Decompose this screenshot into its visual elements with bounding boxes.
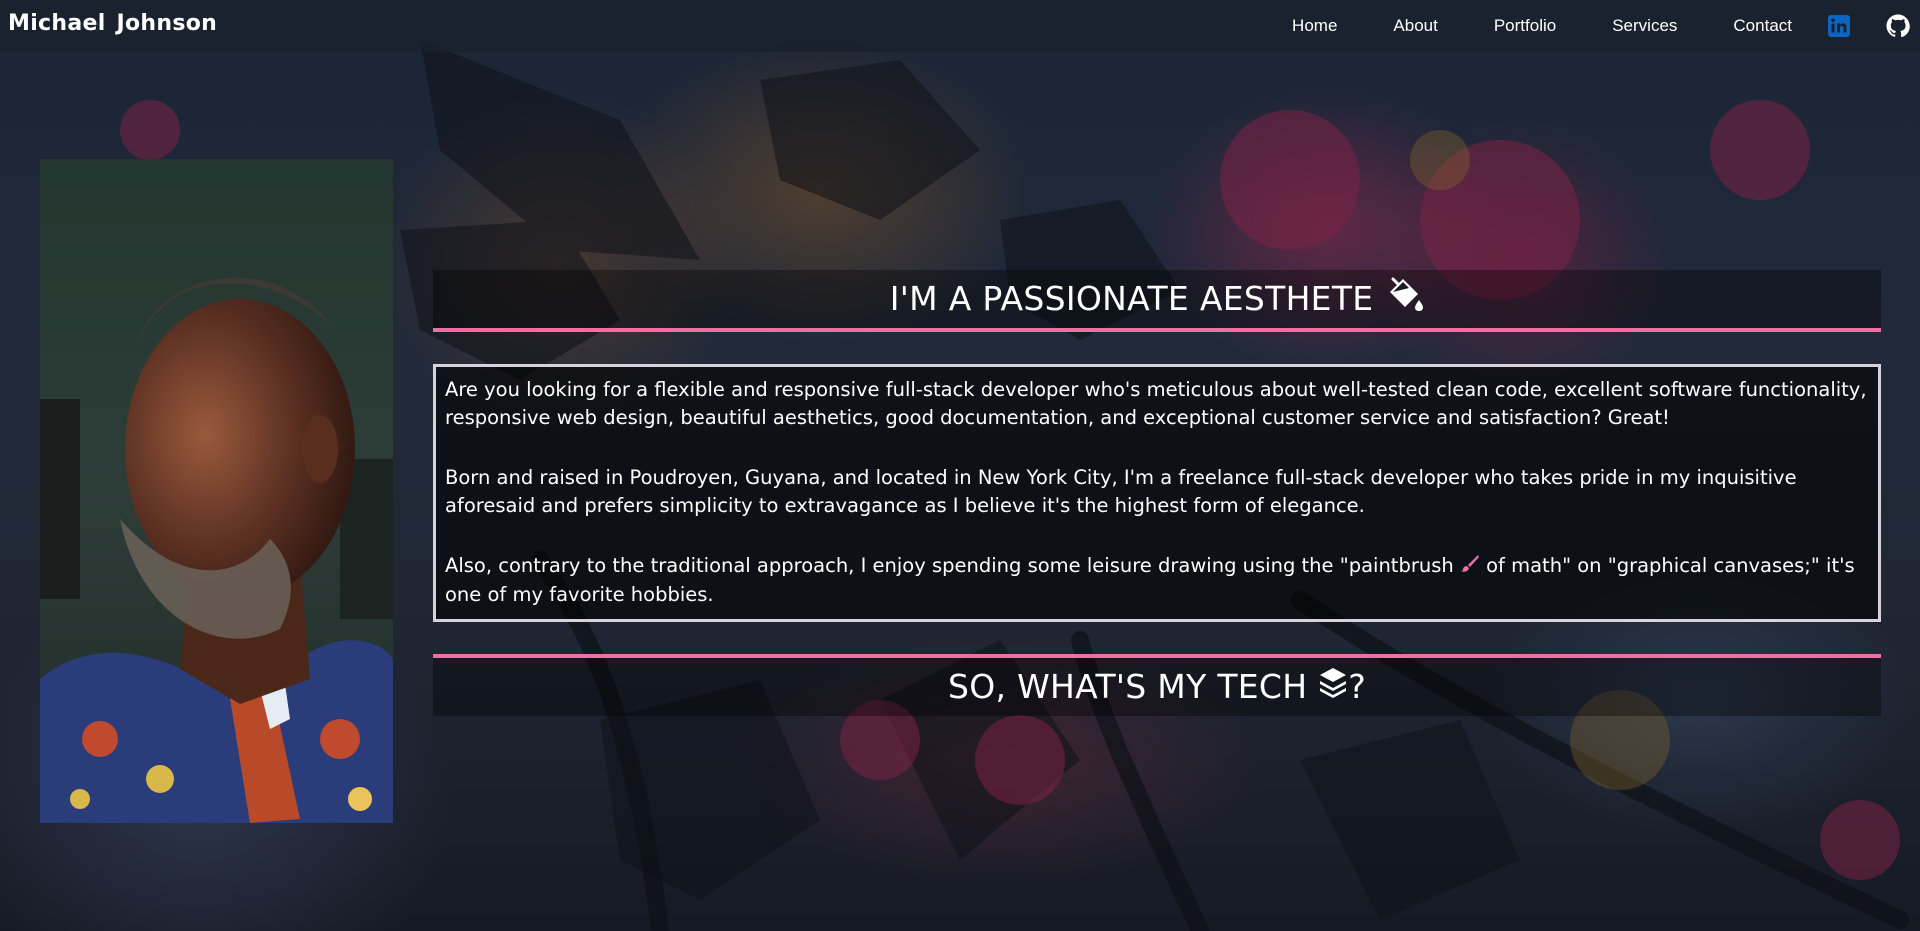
- tech-heading: SO, WHAT'S MY TECH ?: [433, 658, 1881, 718]
- nav-services-link[interactable]: Services: [1584, 16, 1705, 36]
- about-paragraph-1: Are you looking for a flexible and respo…: [445, 378, 1867, 429]
- tech-section: SO, WHAT'S MY TECH ?: [433, 653, 1881, 718]
- about-heading-box: I'M A PASSIONATE AESTHETE: [433, 270, 1881, 328]
- tech-heading-text: SO, WHAT'S MY TECH: [947, 666, 1319, 706]
- nav-about-link[interactable]: About: [1365, 16, 1465, 36]
- nav-portfolio-link[interactable]: Portfolio: [1466, 16, 1584, 36]
- nav-contact-link[interactable]: Contact: [1705, 16, 1792, 36]
- nav-home-link[interactable]: Home: [1264, 16, 1365, 36]
- site-brand[interactable]: Michael Johnson: [8, 11, 217, 36]
- about-section: I'M A PASSIONATE AESTHETE Are you lookin…: [433, 270, 1881, 716]
- fill-drip-icon: [1384, 272, 1424, 330]
- about-text-box: Are you looking for a flexible and respo…: [433, 364, 1881, 622]
- layer-group-icon: [1318, 660, 1348, 718]
- github-icon[interactable]: [1886, 14, 1910, 38]
- tech-heading-question: ?: [1348, 666, 1367, 706]
- paintbrush-icon: [1460, 553, 1480, 581]
- nav-links: Home About Portfolio Services Contact: [1264, 0, 1792, 52]
- about-paragraph-2: Born and raised in Poudroyen, Guyana, an…: [445, 466, 1797, 517]
- linkedin-icon[interactable]: [1827, 14, 1851, 38]
- about-heading: I'M A PASSIONATE AESTHETE: [433, 270, 1881, 330]
- about-heading-text: I'M A PASSIONATE AESTHETE: [889, 279, 1374, 318]
- about-paragraph-3-start: Also, contrary to the traditional approa…: [445, 554, 1460, 577]
- navbar: Michael Johnson Home About Portfolio Ser…: [0, 0, 1920, 52]
- tech-heading-box: SO, WHAT'S MY TECH ?: [433, 657, 1881, 718]
- profile-photo: [40, 159, 393, 823]
- about-paragraph-3: Also, contrary to the traditional approa…: [445, 552, 1868, 609]
